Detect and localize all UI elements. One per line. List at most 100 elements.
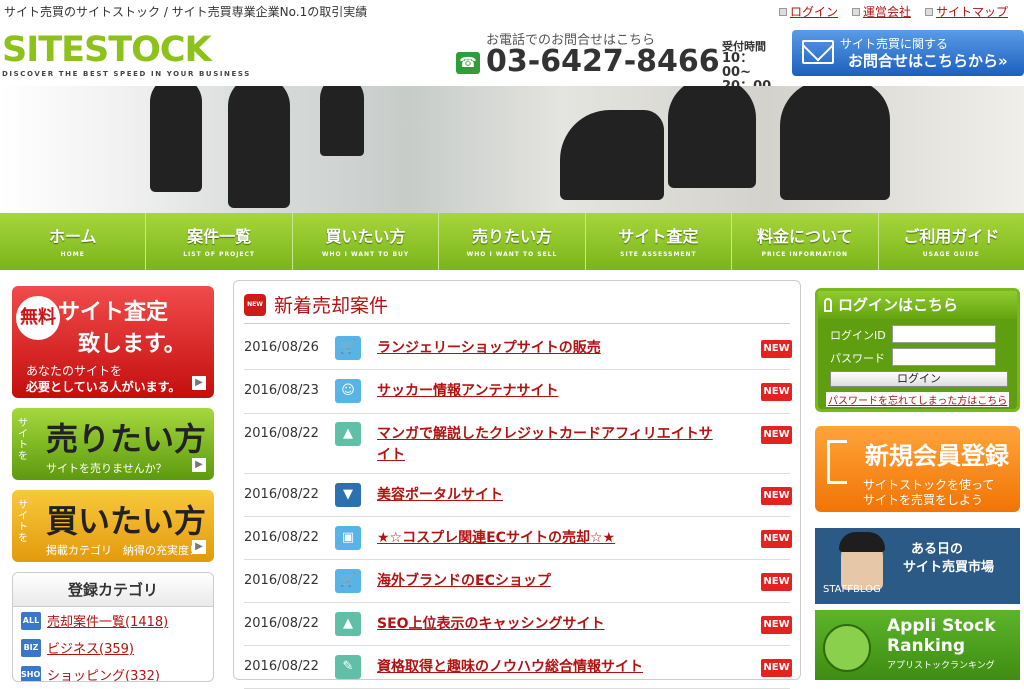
new-badge: NEW [761, 530, 792, 548]
listing-row[interactable]: 2016/08/22 ✎ 資格取得と趣味のノウハウ総合情報サイト NEW [244, 646, 792, 689]
new-badge: NEW [761, 426, 792, 444]
bullet-icon [924, 7, 933, 16]
banner2-title: 売りたい方 [46, 420, 207, 458]
new-badge: NEW [761, 616, 792, 634]
listing-title[interactable]: 資格取得と趣味のノウハウ総合情報サイト [377, 657, 717, 678]
login-id-input[interactable] [892, 325, 996, 343]
listing-title[interactable]: 海外ブランドのECショップ [377, 571, 717, 592]
buy-banner[interactable]: サイトを 買いたい方 掲載カテゴリ 納得の充実度！ ▶ [12, 490, 214, 562]
staff-blog-banner[interactable]: ある日の サイト売買市場 STAFFBLOG [815, 528, 1020, 604]
appli-ranking-banner[interactable]: Appli Stock Ranking アプリストックランキング [815, 610, 1020, 680]
login-header: ログインはこちら [818, 291, 1017, 319]
appli-line3: アプリストックランキング [887, 661, 995, 671]
panel-title-text: 新着売却案件 [274, 295, 389, 317]
sitemap-link[interactable]: サイトマップ [924, 3, 1008, 20]
shopping-icon: SHOP [21, 665, 46, 681]
banner2-sub: サイトを売りませんか？ [46, 462, 167, 475]
nav-sell[interactable]: 売りたい方 WHO I WANT TO SELL [439, 213, 586, 270]
listing-row[interactable]: 2016/08/22 ▲ マンガで解説したクレジットカードアフィリエイトサイト NEW [244, 414, 792, 474]
listing-row[interactable]: 2016/08/26 🛒 ランジェリーショップサイトの販売 NEW [244, 327, 792, 370]
category-title: 登録カテゴリ [13, 573, 213, 607]
nav-assessment[interactable]: サイト査定 SITE ASSESSMENT [586, 213, 733, 270]
dress-icon: ▼ [335, 483, 361, 507]
listing-date: 2016/08/23 [244, 383, 319, 398]
chevron-right-icon: ▶ [192, 540, 206, 554]
register-banner[interactable]: 新規会員登録 サイトストックを使って サイトを売買をしよう [815, 426, 1020, 512]
listing-title[interactable]: SEO上位表示のキャッシングサイト [377, 614, 717, 635]
banner1-line1: サイト査定 [58, 300, 169, 325]
listing-row[interactable]: 2016/08/22 ▣ ★☆コスプレ関連ECサイトの売却☆★ NEW [244, 517, 792, 560]
listing-date: 2016/08/22 [244, 426, 319, 441]
company-link[interactable]: 運営会社 [851, 3, 911, 20]
site-logo[interactable]: SITESTOCK [2, 30, 212, 70]
password-label: パスワード [830, 352, 885, 365]
staff-photo [839, 532, 885, 590]
site-tagline: サイト売買のサイトストック / サイト売買専業企業No.1の取引実績 [4, 5, 368, 19]
listing-title[interactable]: ランジェリーショップサイトの販売 [377, 338, 717, 359]
category-link[interactable]: ビジネス(359) [47, 638, 134, 657]
banner3-vertical: サイトを [18, 500, 28, 544]
pencil-icon: ✎ [335, 655, 361, 679]
nav-guide[interactable]: ご利用ガイド USAGE GUIDE [879, 213, 1024, 270]
category-item[interactable]: ALL 売却案件一覧(1418) [13, 607, 213, 634]
password-input[interactable] [892, 348, 996, 366]
phone-icon: ☎ [456, 52, 480, 74]
new-badge: NEW [761, 659, 792, 677]
banner2-vertical: サイトを [18, 418, 28, 462]
bullet-icon [778, 7, 787, 16]
top-links: ログイン 運営会社 サイトマップ [778, 3, 1008, 20]
listing-title[interactable]: マンガで解説したクレジットカードアフィリエイトサイト [377, 424, 717, 466]
banner1-line2: 致します。 [78, 332, 186, 357]
staff-line1: ある日の [911, 542, 964, 557]
contact-line2: お問合せはこちらから» [848, 52, 1008, 70]
new-listings-panel: NEW 新着売却案件 2016/08/26 🛒 ランジェリーショップサイトの販売 NE… [233, 280, 801, 689]
staff-line2: サイト売買市場 [903, 560, 995, 575]
contact-button[interactable]: サイト売買に関する お問合せはこちらから» [792, 30, 1024, 76]
login-form: ログインID パスワード ログイン パスワードを忘れてしまった方はこちら [818, 319, 1017, 409]
login-title: ログインはこちら [838, 296, 959, 314]
divider [244, 323, 790, 324]
main-nav: ホーム HOME 案件一覧 LIST OF PROJECT 買いたい方 WHO I W… [0, 213, 1024, 270]
listing-date: 2016/08/26 [244, 340, 319, 355]
listing-date: 2016/08/22 [244, 530, 319, 545]
listing-title[interactable]: ★☆コスプレ関連ECサイトの売却☆★ [377, 528, 717, 549]
appli-line2: Ranking [887, 636, 966, 656]
category-link[interactable]: ショッピング(332) [47, 665, 160, 681]
listing-title[interactable]: サッカー情報アンテナサイト [377, 381, 717, 402]
banner3-sub: 掲載カテゴリ 納得の充実度！ [46, 544, 200, 557]
suitcase-icon: ▣ [335, 526, 361, 550]
listing-row[interactable]: 2016/08/22 ▼ 美容ポータルサイト NEW [244, 474, 792, 517]
nav-list[interactable]: 案件一覧 LIST OF PROJECT [146, 213, 293, 270]
new-badge: NEW [761, 487, 792, 505]
listing-date: 2016/08/22 [244, 573, 319, 588]
nav-price[interactable]: 料金について PRICE INFORMATION [732, 213, 879, 270]
listing-row[interactable]: 2016/08/22 🛒 海外ブランドのECショップ NEW [244, 560, 792, 603]
cart-icon: 🛒 [335, 569, 361, 593]
new-badge: NEW [761, 340, 792, 358]
listing-row[interactable]: 2016/08/22 ▲ SEO上位表示のキャッシングサイト NEW [244, 603, 792, 646]
login-box: ログインはこちら ログインID パスワード ログイン パスワードを忘れてしまった… [815, 288, 1020, 412]
hero-image [0, 86, 1024, 213]
category-link[interactable]: 売却案件一覧(1418) [47, 611, 168, 630]
logo-subtitle: DISCOVER THE BEST SPEED IN YOUR BUSINESS [2, 70, 251, 78]
phone-number: 03-6427-8466 [486, 44, 720, 79]
listing-row[interactable]: 2016/08/23 ☺ サッカー情報アンテナサイト NEW [244, 370, 792, 414]
forgot-password-link[interactable]: パスワードを忘れてしまった方はこちら [826, 392, 1010, 407]
login-button[interactable]: ログイン [830, 371, 1008, 387]
listing-title[interactable]: 美容ポータルサイト [377, 485, 717, 506]
login-link[interactable]: ログイン [778, 3, 838, 20]
nav-home[interactable]: ホーム HOME [0, 213, 147, 270]
chevron-right-icon: ▶ [192, 458, 206, 472]
sell-banner[interactable]: サイトを 売りたい方 サイトを売りませんか？ ▶ [12, 408, 214, 480]
door-icon [827, 440, 847, 484]
register-title: 新規会員登録 [865, 442, 1009, 470]
business-icon: BIZ [21, 638, 41, 657]
mail-icon [802, 40, 834, 64]
category-item[interactable]: BIZ ビジネス(359) [13, 634, 213, 661]
all-icon: ALL [21, 611, 41, 630]
picture-icon: ▲ [335, 612, 361, 636]
nav-buy[interactable]: 買いたい方 WHO I WANT TO BUY [293, 213, 440, 270]
appli-line1: Appli Stock [887, 616, 996, 636]
category-item[interactable]: SHOP ショッピング(332) [13, 661, 213, 681]
free-assessment-banner[interactable]: 無料 サイト査定 致します。 あなたのサイトを 必要としている人がいます。 ▶ [12, 286, 214, 398]
